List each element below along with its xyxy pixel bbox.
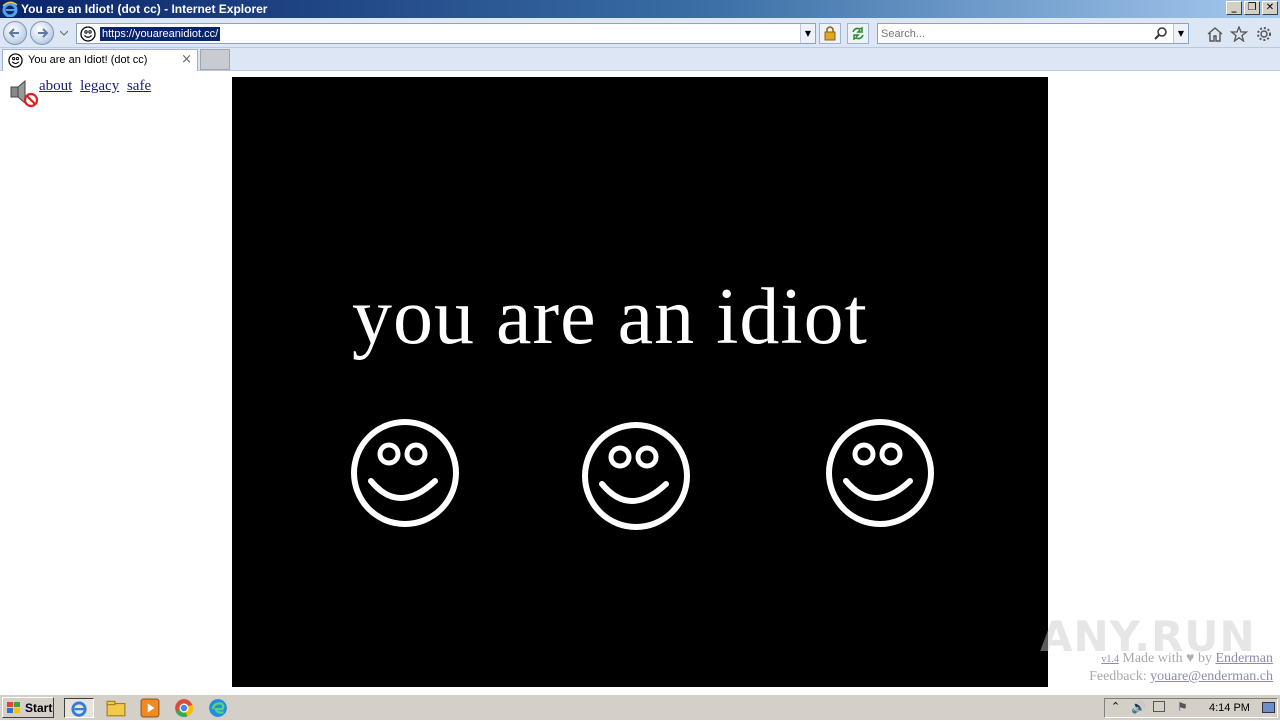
top-links: about legacy safe bbox=[39, 78, 155, 95]
refresh-button[interactable] bbox=[847, 23, 869, 44]
tab-strip: You are an Idiot! (dot cc) × bbox=[0, 48, 1280, 71]
address-dropdown-button[interactable]: ▼ bbox=[800, 24, 815, 43]
show-desktop-icon[interactable] bbox=[1262, 702, 1275, 713]
version-link[interactable]: v1.4 bbox=[1101, 654, 1119, 665]
smiley-site-icon bbox=[8, 53, 23, 68]
feedback-label: Feedback: bbox=[1089, 669, 1147, 684]
safe-link[interactable]: safe bbox=[127, 78, 151, 94]
taskbar-ie-button[interactable] bbox=[64, 698, 94, 718]
new-tab-button[interactable] bbox=[200, 49, 230, 70]
author-link[interactable]: Enderman bbox=[1215, 651, 1273, 666]
refresh-icon bbox=[852, 26, 864, 41]
network-icon[interactable] bbox=[1153, 701, 1165, 712]
taskbar: Start ⌃ 🔊 ⚑ 4:14 PM bbox=[0, 694, 1280, 720]
legacy-link[interactable]: legacy bbox=[80, 78, 119, 94]
file-explorer-icon[interactable] bbox=[104, 698, 128, 718]
close-button[interactable]: ✕ bbox=[1262, 1, 1278, 15]
edge-icon[interactable] bbox=[206, 698, 230, 718]
lock-icon bbox=[824, 26, 836, 41]
windows-logo-icon bbox=[7, 701, 20, 713]
flag-icon[interactable]: ⚑ bbox=[1177, 700, 1188, 714]
start-button[interactable]: Start bbox=[2, 697, 54, 718]
favorites-star-icon[interactable] bbox=[1230, 26, 1248, 42]
address-bar[interactable]: https://youareanidiot.cc/ ▼ bbox=[76, 23, 816, 44]
clock[interactable]: 4:14 PM bbox=[1209, 702, 1250, 714]
minimize-button[interactable]: _ bbox=[1226, 1, 1242, 15]
window-controls: _ ❐ ✕ bbox=[1226, 1, 1278, 15]
smiley-face-icon bbox=[351, 419, 459, 527]
made-with-text: Made with bbox=[1122, 651, 1183, 666]
chrome-icon[interactable] bbox=[172, 698, 196, 718]
security-lock-button[interactable] bbox=[819, 23, 841, 44]
gear-icon[interactable] bbox=[1255, 26, 1273, 42]
page-content: about legacy safe you are an idiot ANY.R… bbox=[0, 72, 1280, 690]
media-player-icon[interactable] bbox=[138, 698, 162, 718]
search-icon[interactable] bbox=[1154, 26, 1168, 40]
search-provider-dropdown[interactable]: ▼ bbox=[1173, 24, 1188, 43]
start-label: Start bbox=[25, 700, 53, 715]
tab-youareanidiot[interactable]: You are an Idiot! (dot cc) × bbox=[2, 49, 198, 71]
smiley-face-icon bbox=[582, 422, 690, 530]
idiot-stage: you are an idiot bbox=[232, 77, 1048, 687]
search-input[interactable] bbox=[881, 26, 1151, 41]
page-footer: v1.4 Made with ♥ by Enderman Feedback: y… bbox=[1089, 650, 1273, 685]
feedback-email-link[interactable]: youare@enderman.ch bbox=[1150, 669, 1273, 684]
system-tray: ⌃ 🔊 ⚑ 4:14 PM bbox=[1104, 698, 1278, 718]
smiley-face-icon bbox=[826, 419, 934, 527]
about-link[interactable]: about bbox=[39, 78, 72, 94]
ie-logo-icon bbox=[71, 701, 87, 717]
url-text[interactable]: https://youareanidiot.cc/ bbox=[100, 27, 221, 41]
tray-expand-icon[interactable]: ⌃ bbox=[1111, 700, 1120, 713]
back-arrow-icon bbox=[8, 28, 19, 38]
headline-text: you are an idiot bbox=[352, 273, 868, 361]
credits-line: v1.4 Made with ♥ by Enderman bbox=[1089, 650, 1273, 668]
tab-label: You are an Idiot! (dot cc) bbox=[28, 54, 148, 66]
window-titlebar: You are an Idiot! (dot cc) - Internet Ex… bbox=[0, 0, 1280, 18]
volume-icon[interactable]: 🔊 bbox=[1131, 700, 1146, 714]
feedback-line: Feedback: youare@enderman.ch bbox=[1089, 668, 1273, 685]
by-text: by bbox=[1197, 651, 1212, 666]
ie-logo-icon bbox=[2, 1, 18, 17]
forward-arrow-icon bbox=[38, 28, 49, 38]
forward-button[interactable] bbox=[30, 21, 54, 45]
home-icon[interactable] bbox=[1206, 26, 1224, 42]
heart-icon: ♥ bbox=[1186, 651, 1195, 666]
search-box[interactable]: ▼ bbox=[877, 23, 1189, 44]
smiley-site-icon bbox=[80, 26, 96, 42]
restore-button[interactable]: ❐ bbox=[1244, 1, 1260, 15]
speaker-muted-icon[interactable] bbox=[8, 78, 39, 108]
window-title: You are an Idiot! (dot cc) - Internet Ex… bbox=[21, 2, 268, 16]
back-button[interactable] bbox=[3, 21, 27, 45]
navigation-bar: https://youareanidiot.cc/ ▼ ▼ bbox=[0, 18, 1280, 48]
tab-close-icon[interactable]: × bbox=[181, 52, 192, 67]
recent-pages-dropdown-icon[interactable] bbox=[60, 29, 68, 37]
